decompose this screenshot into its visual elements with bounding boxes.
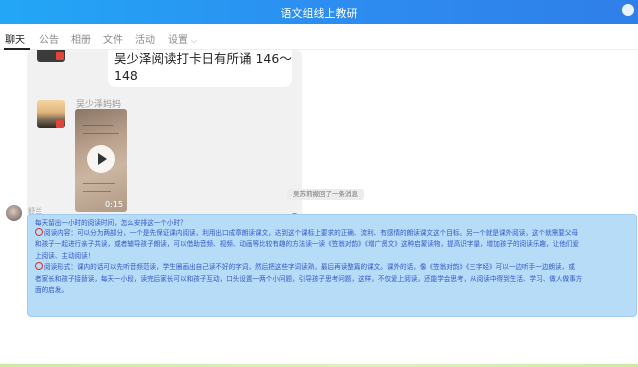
tab-bar: 聊天 公告 相册 文件 活动 设置 ⌵ bbox=[0, 24, 638, 50]
tab-announcement[interactable]: 公告 bbox=[39, 31, 59, 46]
window-control-icon[interactable] bbox=[622, 4, 634, 16]
video-detail bbox=[83, 183, 115, 184]
avatar[interactable] bbox=[37, 50, 65, 62]
red-circle-icon bbox=[35, 262, 43, 270]
video-duration: 0:15 bbox=[105, 200, 123, 209]
active-tab-indicator bbox=[4, 48, 30, 50]
message-bubble[interactable]: 吴少泽阅读打卡日有所诵 146～148 bbox=[108, 50, 292, 87]
badge-icon bbox=[56, 52, 64, 60]
message-line: 阅读形式：课内的话可以先听音频范读，学生圈画出自己读不好的字词，然后把这些字词读… bbox=[35, 262, 575, 272]
red-circle-icon bbox=[35, 228, 43, 236]
message-line-text: 阅读形式：课内的话可以先听音频范读，学生圈画出自己读不好的字词，然后把这些字词读… bbox=[44, 263, 575, 271]
video-detail bbox=[83, 125, 113, 126]
message-line: 和孩子一起进行亲子共读，或者辅导孩子朗读，可以借助音频、视频、动画等比较有趣的方… bbox=[35, 240, 579, 248]
message-text: 吴少泽阅读打卡日有所诵 146～148 bbox=[114, 51, 292, 83]
message-line: 上阅读、主动阅读！ bbox=[35, 252, 95, 260]
tab-chat[interactable]: 聊天 bbox=[5, 31, 25, 46]
message-line: 面的启发。 bbox=[35, 286, 68, 294]
avatar[interactable] bbox=[37, 100, 65, 128]
long-message-bubble[interactable]: 每天留出一小时的阅读时间，怎么安排这一个小时？ 阅读内容：可以分为两部分，一个是… bbox=[27, 214, 637, 317]
avatar[interactable] bbox=[6, 205, 22, 221]
video-thumbnail[interactable]: 0:15 bbox=[75, 109, 127, 212]
shared-message-card: 吴少泽阅读打卡日有所诵 146～148 吴少泽妈妈 0:15 bbox=[27, 50, 302, 226]
video-detail bbox=[83, 133, 119, 134]
title-bar: 语文组线上教研 bbox=[0, 0, 638, 24]
message-line: 每天留出一小时的阅读时间，怎么安排这一个小时？ bbox=[35, 219, 187, 227]
recall-notice: 吴苏莉撤回了一条消息 bbox=[287, 189, 364, 200]
tab-files[interactable]: 文件 bbox=[103, 31, 123, 46]
message-line: 阅读内容：可以分为两部分，一个是先保证课内阅读，利用出口成章朗读课文，达到这个课… bbox=[35, 228, 578, 238]
window-title: 语文组线上教研 bbox=[280, 7, 358, 20]
play-icon[interactable] bbox=[87, 145, 115, 173]
message-line: 者家长和孩子接替读，每天一小段，读完后家长可以和孩子互动，口头设置一两个小问题，… bbox=[35, 275, 583, 283]
video-detail bbox=[83, 191, 111, 192]
tab-activity[interactable]: 活动 bbox=[135, 31, 155, 46]
tab-album[interactable]: 相册 bbox=[71, 31, 91, 46]
chevron-down-icon: ⌵ bbox=[191, 36, 198, 45]
tab-settings[interactable]: 设置 ⌵ bbox=[168, 31, 197, 46]
tab-settings-label: 设置 bbox=[168, 35, 188, 46]
badge-icon bbox=[56, 120, 64, 128]
message-line-text: 阅读内容：可以分为两部分，一个是先保证课内阅读，利用出口成章朗读课文，达到这个课… bbox=[44, 229, 579, 237]
